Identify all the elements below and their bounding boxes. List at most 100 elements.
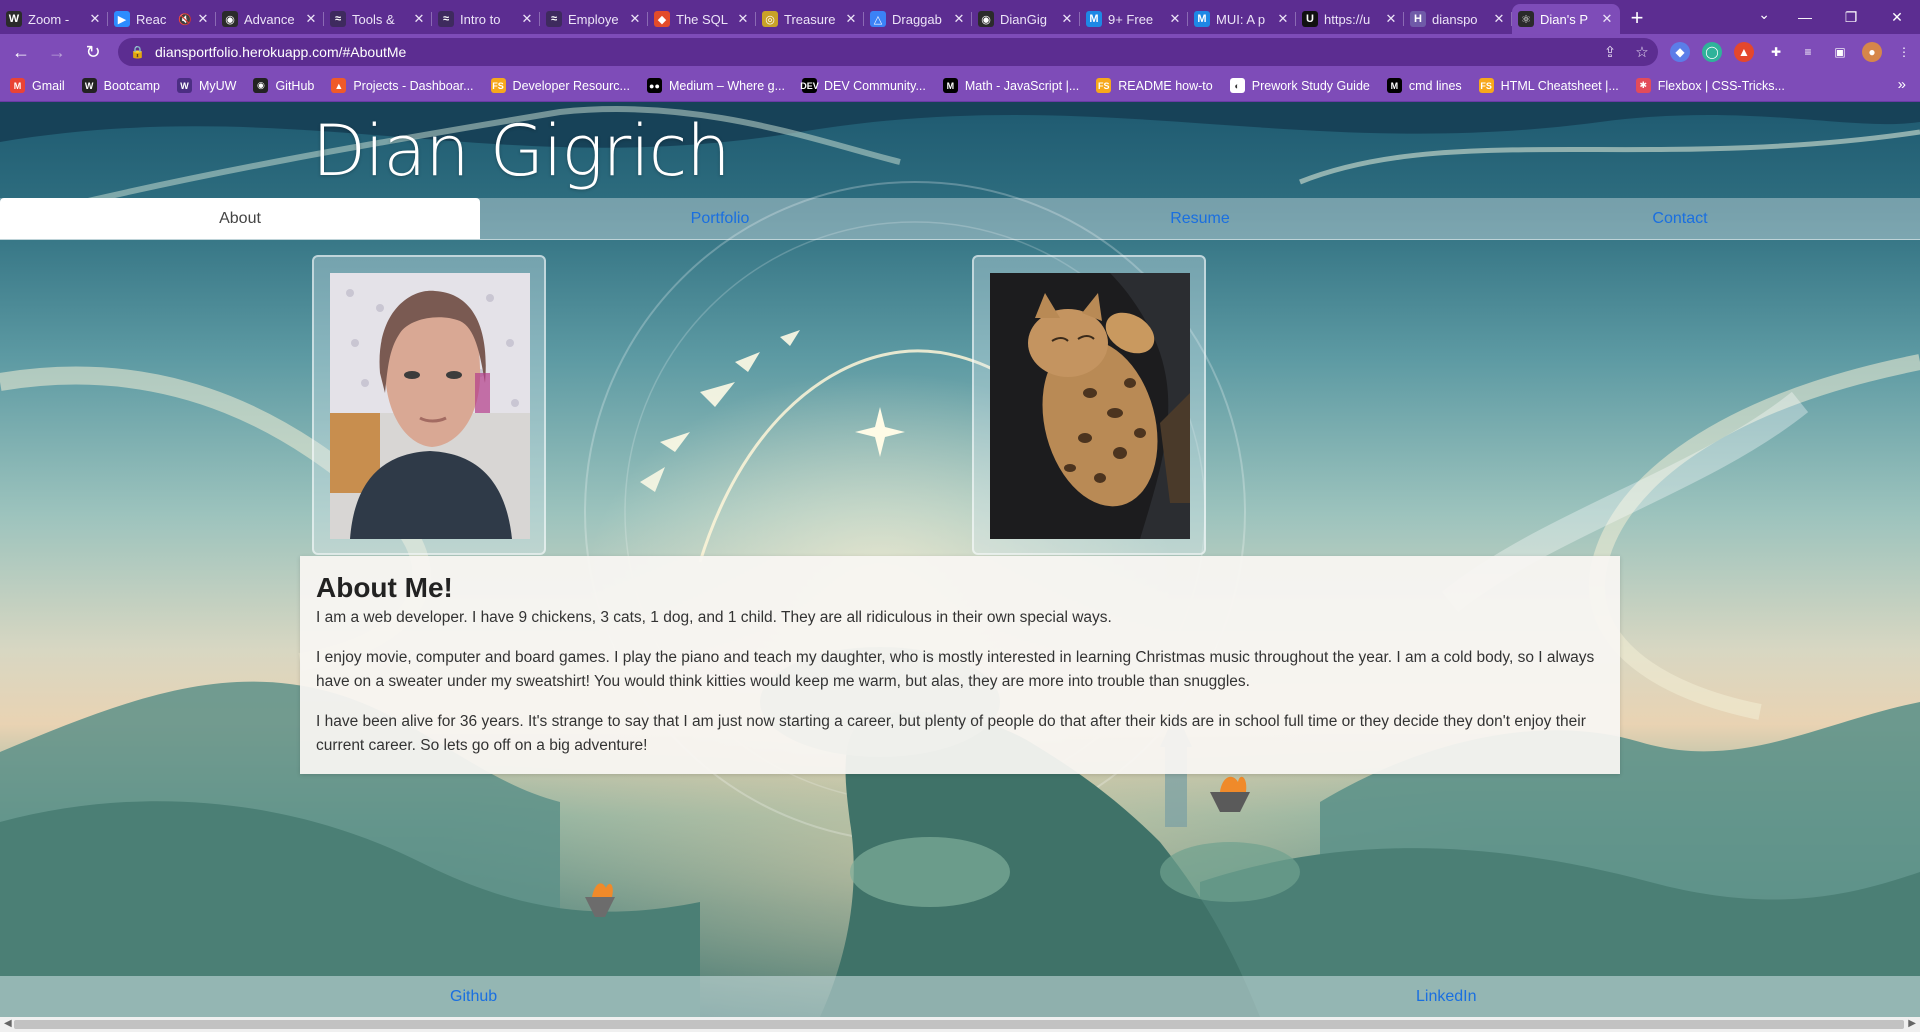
scroll-left-icon[interactable]: ◀	[4, 1018, 12, 1029]
tab-title: MUI: A p	[1216, 11, 1266, 27]
close-tab-icon[interactable]: ✕	[1492, 11, 1506, 27]
bookmark-label: DEV Community...	[823, 78, 926, 93]
browser-tab[interactable]: △ Draggab ✕	[864, 4, 972, 34]
linkedin-link[interactable]: LinkedIn	[1416, 988, 1477, 1006]
bookmark-label: HTML Cheatsheet |...	[1500, 78, 1619, 93]
bookmark-label: cmd lines	[1408, 78, 1462, 93]
menu-icon[interactable]: ⋮	[1894, 42, 1914, 62]
back-icon[interactable]: ←	[6, 42, 36, 63]
bookmark-item[interactable]: Mcmd lines	[1386, 78, 1462, 93]
url-text[interactable]: diansportfolio.herokuapp.com/#AboutMe	[155, 44, 1594, 60]
browser-tab[interactable]: ◉ DianGig ✕	[972, 4, 1080, 34]
extension-icon[interactable]: ▲	[1734, 42, 1754, 62]
horizontal-scrollbar[interactable]: ◀ ▶	[0, 1017, 1920, 1032]
bookmark-label: Gmail	[32, 78, 65, 93]
browser-tab-strip: W Zoom - ✕ ▶ Reac 🔇 ✕ ◉ Advance ✕ ≈ Tools & ✕ ≈ Intr…	[0, 0, 1920, 34]
extension-icon[interactable]: ◯	[1702, 42, 1722, 62]
bookmark-item[interactable]: ●● Medium – Where g...	[646, 78, 785, 93]
bookmark-item[interactable]: FS README how-to	[1096, 78, 1213, 93]
bookmark-favicon-icon: W	[81, 78, 97, 93]
bookmark-item[interactable]: FS Developer Resourc...	[490, 78, 630, 93]
bookmark-item[interactable]: ◉ GitHub	[253, 78, 314, 93]
favicon-icon: H	[1410, 11, 1426, 27]
close-tab-icon[interactable]: ✕	[1168, 11, 1182, 27]
forward-icon[interactable]: →	[42, 42, 72, 63]
close-tab-icon[interactable]: ✕	[1384, 11, 1398, 27]
tab-about[interactable]: About	[0, 198, 480, 239]
browser-tab[interactable]: Hdianspo ✕	[1404, 4, 1512, 34]
close-tab-icon[interactable]: ✕	[952, 11, 966, 27]
bookmark-favicon-icon: M	[942, 78, 958, 93]
side-panel-icon[interactable]: ▣	[1830, 42, 1850, 62]
bookmark-item[interactable]: W Bootcamp	[81, 78, 160, 93]
tab-title: Reac	[136, 11, 167, 27]
browser-tab[interactable]: M MUI: A p ✕	[1188, 4, 1296, 34]
tab-resume[interactable]: Resume	[960, 198, 1440, 239]
extension-icon[interactable]: ◆	[1670, 42, 1690, 62]
scrollbar-thumb[interactable]	[14, 1020, 1904, 1029]
reading-list-icon[interactable]: ≡	[1798, 42, 1818, 62]
bookmark-label: GitHub	[275, 78, 315, 93]
puzzle-icon[interactable]: ✚	[1766, 42, 1786, 62]
close-tab-icon[interactable]: ✕	[1060, 11, 1074, 27]
close-tab-icon[interactable]: ✕	[628, 11, 642, 27]
bookmark-item[interactable]: FS HTML Cheatsheet |...	[1478, 78, 1619, 93]
browser-tab[interactable]: ⚛ Dian's P ✕	[1512, 4, 1620, 34]
browser-tab[interactable]: ◆ The SQL ✕	[648, 4, 756, 34]
close-tab-icon[interactable]: ✕	[304, 11, 318, 27]
cat-photo-card	[972, 255, 1206, 555]
avatar[interactable]: ●	[1862, 42, 1882, 62]
close-tab-icon[interactable]: ✕	[1276, 11, 1290, 27]
bookmark-item[interactable]: ◐ Prework Study Guide	[1229, 78, 1370, 93]
close-window-icon[interactable]: ✕	[1874, 9, 1920, 26]
triangle-icon: △	[870, 11, 886, 27]
bookmark-item[interactable]: M Math - JavaScript |...	[942, 78, 1079, 93]
edx-icon: ≈	[546, 11, 562, 27]
browser-tab[interactable]: M 9+ Free ✕	[1080, 4, 1188, 34]
scroll-right-icon[interactable]: ▶	[1908, 1018, 1916, 1029]
minimize-icon[interactable]: —	[1782, 9, 1828, 25]
bookmark-item[interactable]: M Gmail	[10, 78, 65, 93]
browser-tab[interactable]: ≈ Tools & ✕	[324, 4, 432, 34]
close-tab-icon[interactable]: ✕	[1600, 11, 1614, 27]
browser-tab[interactable]: ▶ Reac 🔇 ✕	[108, 4, 216, 34]
bookmark-favicon-icon: ●●	[646, 78, 662, 93]
bookmark-item[interactable]: ✱ Flexbox | CSS-Tricks...	[1635, 78, 1785, 93]
bookmark-favicon-icon: ◉	[253, 78, 269, 93]
close-tab-icon[interactable]: ✕	[736, 11, 750, 27]
browser-tab[interactable]: ◉ Advance ✕	[216, 4, 324, 34]
browser-tab[interactable]: ◎ Treasure ✕	[756, 4, 864, 34]
close-tab-icon[interactable]: ✕	[844, 11, 858, 27]
lock-icon[interactable]: 🔒	[130, 45, 145, 59]
speaker-icon[interactable]: 🔇	[178, 13, 192, 26]
bookmark-item[interactable]: W MyUW	[176, 78, 236, 93]
browser-tab[interactable]: Uhttps://u ✕	[1296, 4, 1404, 34]
tab-search-icon[interactable]: ⌄	[1758, 6, 1770, 23]
close-tab-icon[interactable]: ✕	[196, 11, 210, 27]
new-tab-button[interactable]: +	[1620, 5, 1654, 31]
bookmark-item[interactable]: DEV DEV Community...	[800, 78, 926, 93]
extensions-area: ◆ ◯ ▲ ✚ ≡ ▣ ● ⋮	[1664, 42, 1920, 62]
browser-tab[interactable]: W Zoom - ✕	[0, 4, 108, 34]
address-bar[interactable]: 🔒 diansportfolio.herokuapp.com/#AboutMe …	[118, 38, 1658, 66]
share-icon[interactable]: ⇪	[1594, 43, 1626, 61]
about-paragraph: I am a web developer. I have 9 chickens,…	[316, 609, 1112, 626]
tab-portfolio[interactable]: Portfolio	[480, 198, 960, 239]
github-link[interactable]: Github	[450, 988, 497, 1006]
close-tab-icon[interactable]: ✕	[520, 11, 534, 27]
reload-icon[interactable]: ↻	[78, 42, 108, 63]
bookmark-item[interactable]: ▲ Projects - Dashboar...	[331, 78, 474, 93]
close-tab-icon[interactable]: ✕	[88, 11, 102, 27]
tab-title: Advance	[244, 11, 295, 27]
bookmark-star-icon[interactable]: ☆	[1626, 43, 1658, 61]
browser-tab[interactable]: ≈ Intro to ✕	[432, 4, 540, 34]
bookmark-label: Bootcamp	[103, 78, 160, 93]
tab-contact[interactable]: Contact	[1440, 198, 1920, 239]
tab-title: Draggab	[892, 11, 942, 27]
browser-tab[interactable]: ≈ Employe ✕	[540, 4, 648, 34]
window-controls: — ❐ ✕	[1782, 0, 1920, 34]
restore-icon[interactable]: ❐	[1828, 9, 1874, 26]
bookmark-label: Prework Study Guide	[1251, 78, 1370, 93]
close-tab-icon[interactable]: ✕	[412, 11, 426, 27]
more-bookmarks-icon[interactable]: »	[1898, 76, 1906, 93]
